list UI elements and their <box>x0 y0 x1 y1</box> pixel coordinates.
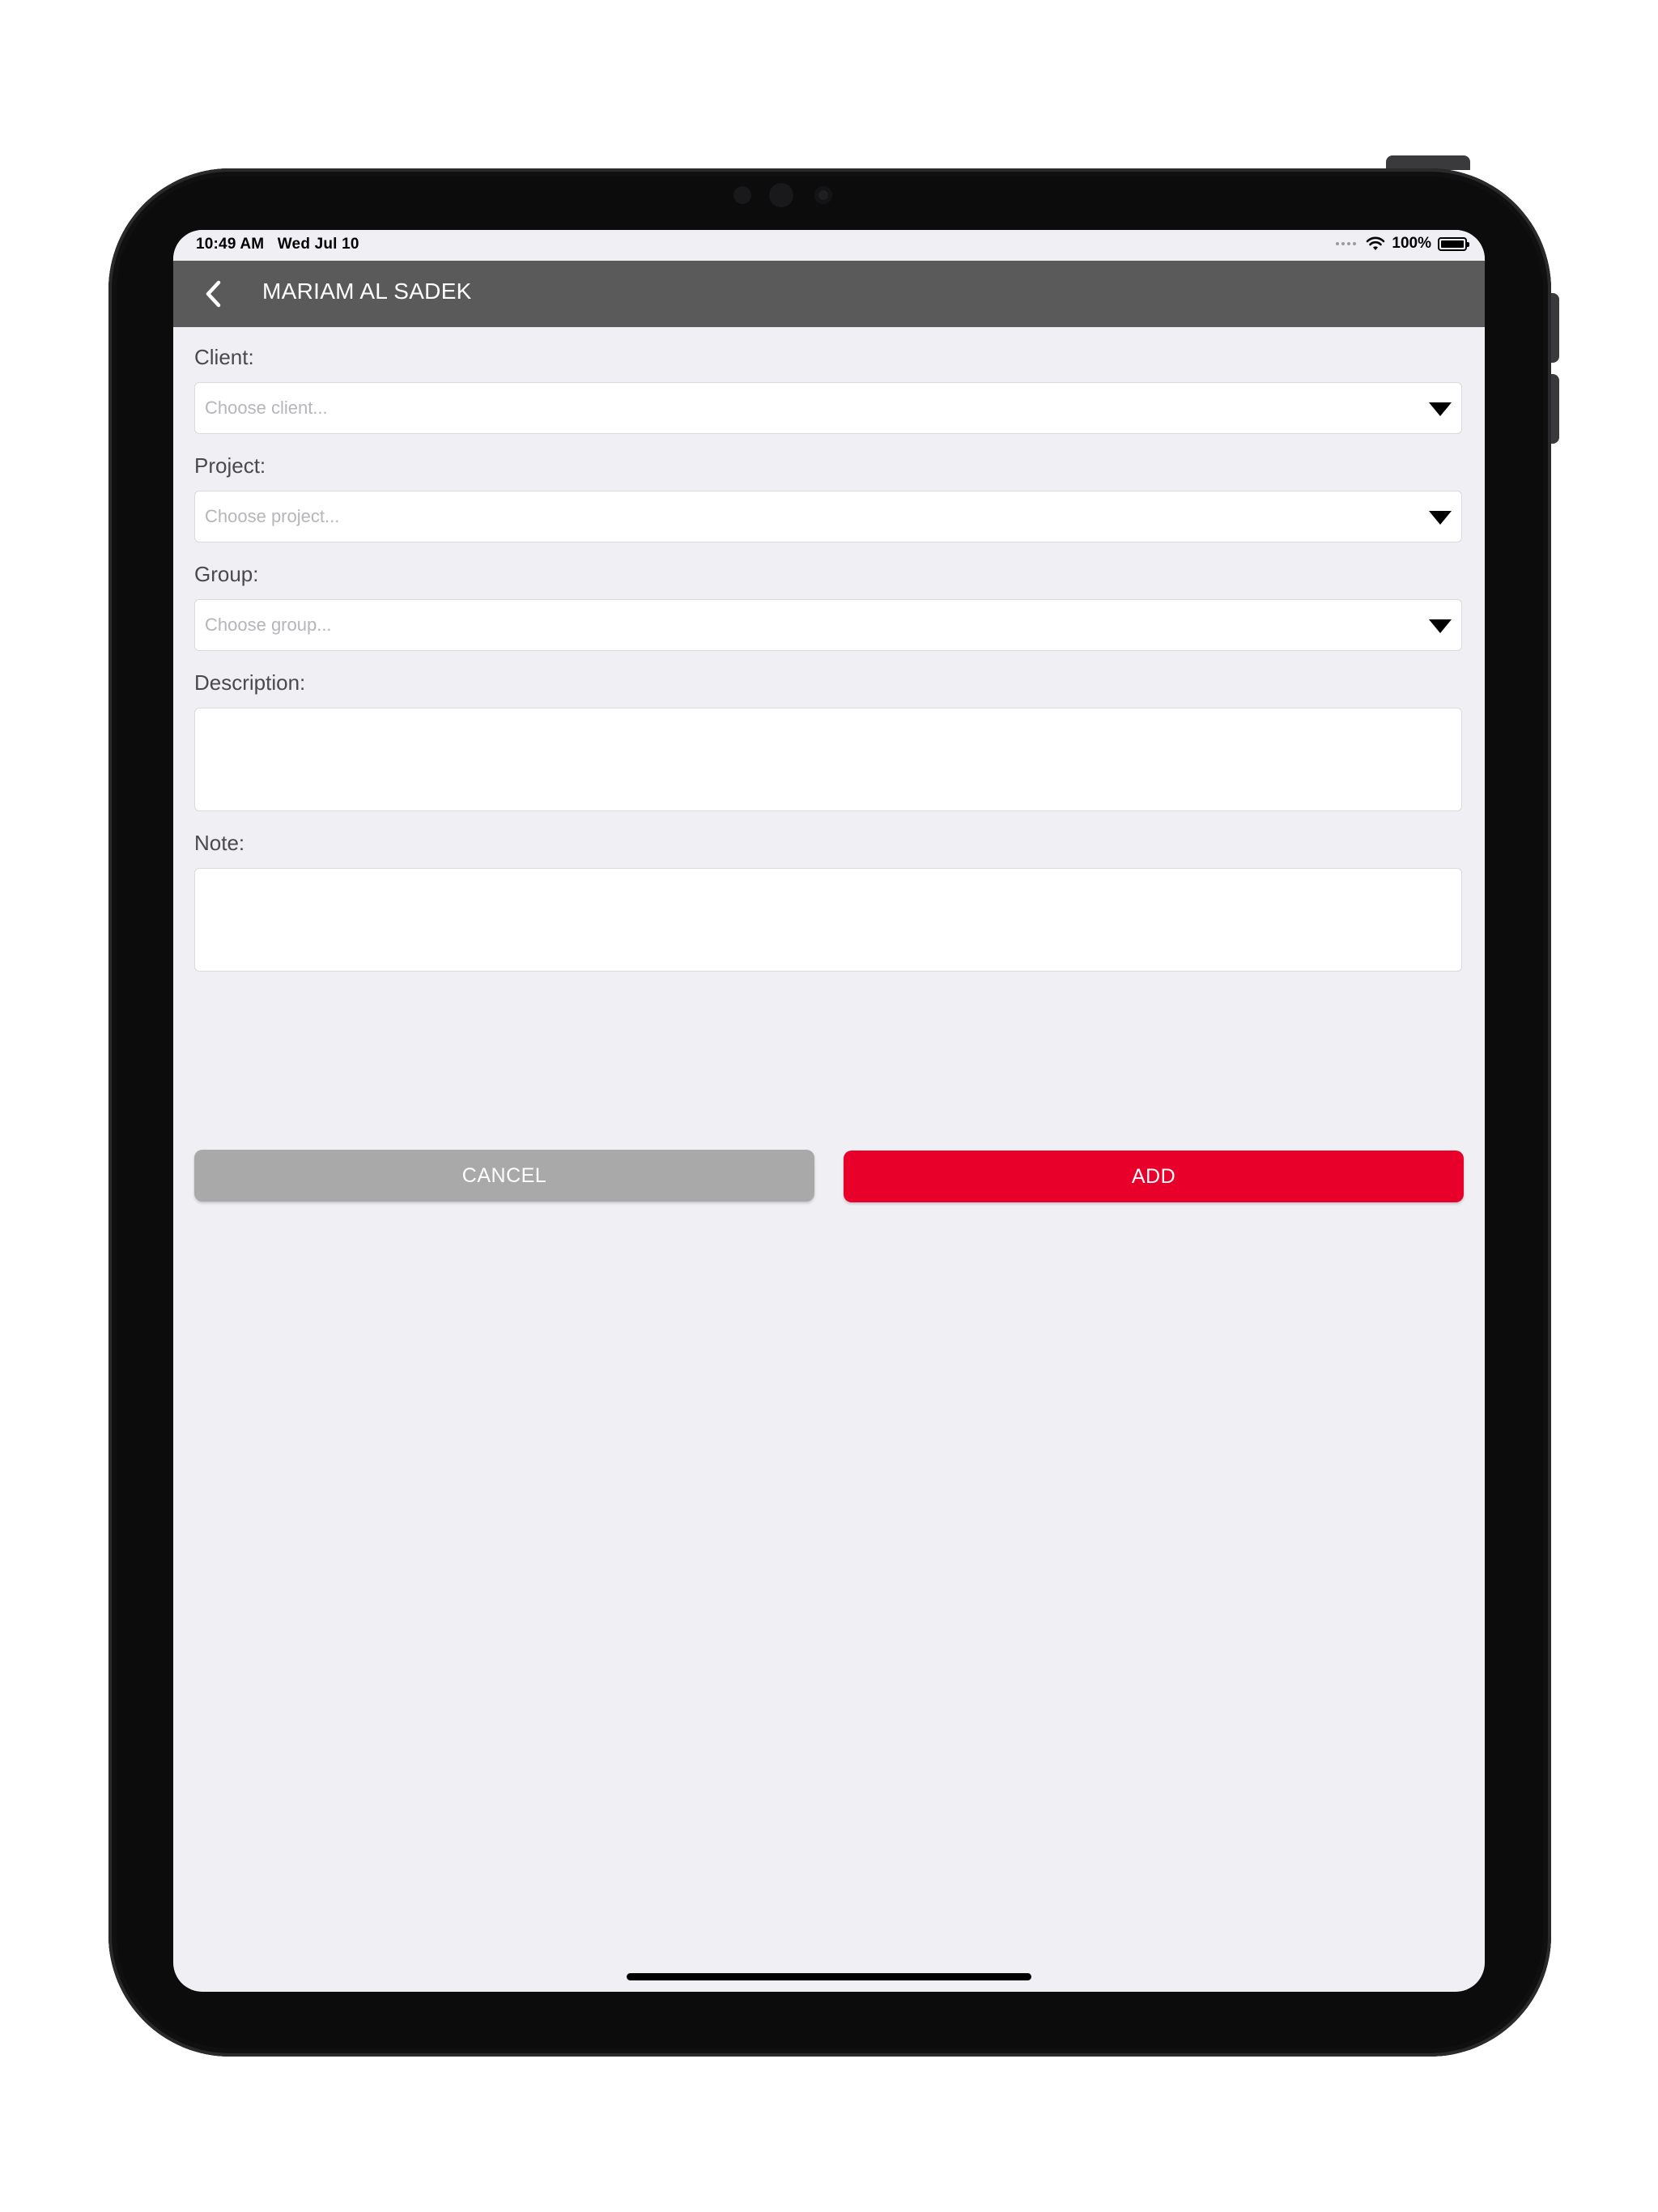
client-select[interactable]: Choose client... <box>194 382 1462 434</box>
front-camera-icon <box>769 183 793 207</box>
cellular-dots-icon <box>1336 242 1357 245</box>
client-placeholder: Choose client... <box>205 398 328 418</box>
description-label: Description: <box>194 670 306 695</box>
battery-icon <box>1438 236 1469 251</box>
dropdown-arrow-icon <box>1429 402 1452 416</box>
status-indicators: 100% <box>1336 235 1469 253</box>
add-button[interactable]: ADD <box>844 1151 1464 1202</box>
group-placeholder: Choose group... <box>205 615 332 635</box>
project-placeholder: Choose project... <box>205 506 340 526</box>
app-screen: 10:49 AM Wed Jul 10 100% MARIAM AL SADEK… <box>173 230 1485 1992</box>
home-indicator[interactable] <box>627 1973 1031 1980</box>
status-bar: 10:49 AM Wed Jul 10 100% <box>173 230 1485 261</box>
group-label: Group: <box>194 562 259 586</box>
sensor-dot <box>814 186 832 204</box>
project-select[interactable]: Choose project... <box>194 491 1462 542</box>
wifi-icon <box>1367 236 1385 250</box>
navigation-bar: MARIAM AL SADEK <box>173 261 1485 327</box>
group-select[interactable]: Choose group... <box>194 599 1462 651</box>
note-input[interactable] <box>194 868 1462 972</box>
status-time-date: 10:49 AM Wed Jul 10 <box>196 236 359 253</box>
status-date: Wed Jul 10 <box>277 236 359 253</box>
dropdown-arrow-icon <box>1429 619 1452 633</box>
sensor-dot <box>733 186 751 204</box>
project-label: Project: <box>194 453 266 478</box>
cancel-button[interactable]: CANCEL <box>194 1150 814 1202</box>
dropdown-arrow-icon <box>1429 511 1452 525</box>
page-title: MARIAM AL SADEK <box>262 279 472 304</box>
client-label: Client: <box>194 345 254 369</box>
back-button[interactable] <box>191 272 235 316</box>
battery-percent: 100% <box>1392 235 1431 252</box>
description-input[interactable] <box>194 708 1462 811</box>
chevron-left-icon <box>206 280 221 308</box>
status-time: 10:49 AM <box>196 236 265 253</box>
note-label: Note: <box>194 831 245 855</box>
